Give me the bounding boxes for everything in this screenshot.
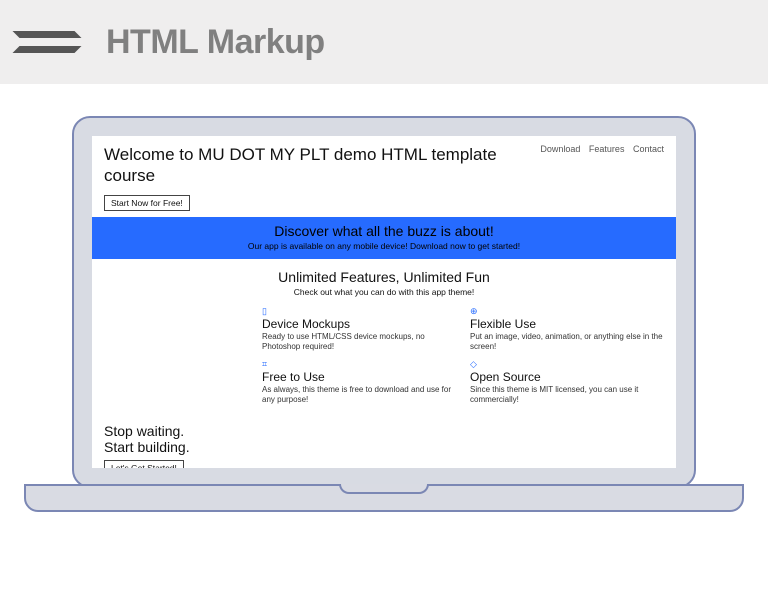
- discover-title: Discover what all the buzz is about!: [102, 223, 666, 239]
- nav-download[interactable]: Download: [540, 144, 580, 154]
- feature-flexible-use: ⊕ Flexible Use Put an image, video, anim…: [470, 307, 664, 352]
- feature-desc: As always, this theme is free to downloa…: [262, 385, 456, 405]
- feature-title: Free to Use: [262, 370, 456, 384]
- laptop-screen: Welcome to MU DOT MY PLT demo HTML templ…: [92, 136, 676, 468]
- cta-line1: Stop waiting.: [104, 423, 664, 440]
- features-title: Unlimited Features, Unlimited Fun: [102, 269, 666, 285]
- feature-desc: Ready to use HTML/CSS device mockups, no…: [262, 332, 456, 352]
- feature-free-to-use: ⌗ Free to Use As always, this theme is f…: [262, 360, 456, 405]
- discover-subtitle: Our app is available on any mobile devic…: [102, 241, 666, 251]
- feature-desc: Put an image, video, animation, or anyth…: [470, 332, 664, 352]
- slide-header: HTML Markup: [0, 0, 768, 84]
- cta-button[interactable]: Let's Get Started!: [104, 460, 184, 468]
- nav-features[interactable]: Features: [589, 144, 625, 154]
- nav-contact[interactable]: Contact: [633, 144, 664, 154]
- feature-desc: Since this theme is MIT licensed, you ca…: [470, 385, 664, 405]
- discover-band: Discover what all the buzz is about! Our…: [92, 217, 676, 259]
- features-subtitle: Check out what you can do with this app …: [102, 287, 666, 297]
- feature-device-mockups: ▯ Device Mockups Ready to use HTML/CSS d…: [262, 307, 456, 352]
- start-button[interactable]: Start Now for Free!: [104, 195, 190, 211]
- features-header: Unlimited Features, Unlimited Fun Check …: [92, 259, 676, 301]
- cta-line2: Start building.: [104, 439, 664, 456]
- feature-title: Open Source: [470, 370, 664, 384]
- page-title: Welcome to MU DOT MY PLT demo HTML templ…: [104, 144, 534, 187]
- stage: Welcome to MU DOT MY PLT demo HTML templ…: [0, 84, 768, 590]
- feature-title: Device Mockups: [262, 317, 456, 331]
- feature-open-source: ◇ Open Source Since this theme is MIT li…: [470, 360, 664, 405]
- laptop-notch: [339, 484, 429, 494]
- flexible-icon: ⊕: [470, 307, 664, 316]
- slide-title: HTML Markup: [106, 23, 325, 62]
- cta-section: Stop waiting. Start building. Let's Get …: [92, 417, 676, 469]
- features-grid: ▯ Device Mockups Ready to use HTML/CSS d…: [92, 301, 676, 417]
- chevrons-icon: [16, 20, 76, 64]
- lock-icon: ◇: [470, 360, 664, 369]
- device-icon: ▯: [262, 307, 456, 316]
- gift-icon: ⌗: [262, 360, 456, 369]
- feature-title: Flexible Use: [470, 317, 664, 331]
- laptop-frame: Welcome to MU DOT MY PLT demo HTML templ…: [72, 116, 696, 488]
- top-nav: Download Features Contact: [534, 144, 664, 154]
- laptop-base: [24, 484, 744, 512]
